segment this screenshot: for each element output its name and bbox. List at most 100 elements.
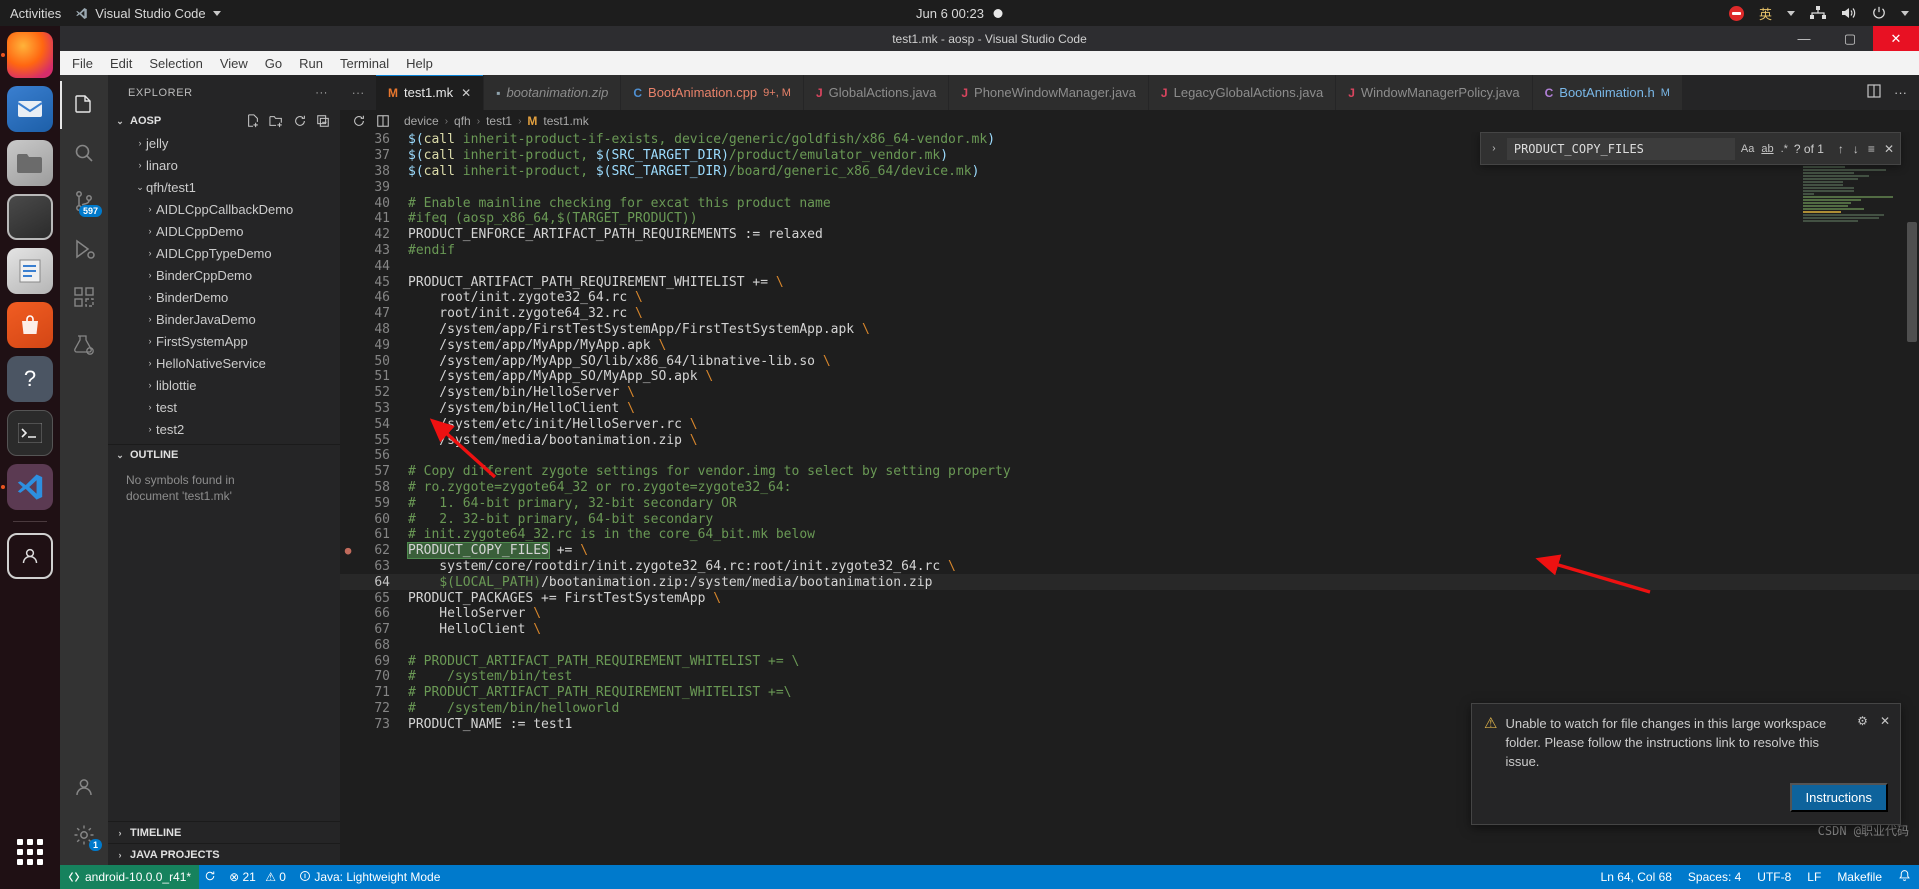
activity-extensions[interactable] bbox=[60, 273, 108, 321]
activities-button[interactable]: Activities bbox=[0, 6, 75, 21]
editor-scrollbar[interactable] bbox=[1905, 132, 1919, 865]
activity-source-control[interactable]: 597 bbox=[60, 177, 108, 225]
clock[interactable]: Jun 6 00:23 bbox=[916, 6, 1003, 21]
code-line[interactable]: 40 # Enable mainline checking for excat t… bbox=[340, 195, 1919, 211]
menu-view[interactable]: View bbox=[220, 56, 248, 71]
code-line[interactable]: 47 root/init.zygote64_32.rc \ bbox=[340, 306, 1919, 322]
match-case-option[interactable]: Aa bbox=[1741, 143, 1754, 155]
app-menu[interactable]: Visual Studio Code bbox=[75, 6, 221, 21]
code-line[interactable]: 58 # ro.zygote=zygote64_32 or ro.zygote=z… bbox=[340, 480, 1919, 496]
activity-explorer[interactable] bbox=[60, 81, 108, 129]
find-input[interactable]: PRODUCT_COPY_FILES bbox=[1506, 137, 1735, 160]
dock-item-software[interactable] bbox=[7, 302, 53, 348]
tree-item[interactable]: ›testjava bbox=[108, 440, 340, 444]
tree-item[interactable]: › HelloNativeService bbox=[108, 352, 340, 374]
tree-item[interactable]: › linaro bbox=[108, 154, 340, 176]
breadcrumb-part-test1[interactable]: test1 bbox=[486, 114, 512, 128]
editor-tab[interactable]: J LegacyGlobalActions.java bbox=[1148, 75, 1337, 110]
toggle-replace-icon[interactable]: › bbox=[1487, 143, 1501, 154]
code-line[interactable]: 66 HelloServer \ bbox=[340, 606, 1919, 622]
find-in-selection-button[interactable]: ≡ bbox=[1868, 142, 1875, 156]
menu-selection[interactable]: Selection bbox=[149, 56, 202, 71]
menu-run[interactable]: Run bbox=[299, 56, 323, 71]
menu-edit[interactable]: Edit bbox=[110, 56, 132, 71]
file-tree[interactable]: › jelly › linaro ⌄ qfh/test1 › AIDLCppCallbackD… bbox=[108, 132, 340, 444]
code-line[interactable]: 46 root/init.zygote32_64.rc \ bbox=[340, 290, 1919, 306]
code-line[interactable]: ● 62 PRODUCT_COPY_FILES += \ bbox=[340, 542, 1919, 560]
editor-tabs[interactable]: ··· Mtest1.mk ✕ ▪ bootanimation.zip C BootAnim… bbox=[340, 75, 1919, 110]
scrollbar-thumb[interactable] bbox=[1907, 222, 1917, 342]
breadcrumb-part-qfh[interactable]: qfh bbox=[454, 114, 471, 128]
activity-search[interactable] bbox=[60, 129, 108, 177]
code-line[interactable]: 63 system/core/rootdir/init.zygote32_64.… bbox=[340, 559, 1919, 575]
find-close-button[interactable]: ✕ bbox=[1884, 142, 1894, 156]
code-line[interactable]: 43 #endif bbox=[340, 243, 1919, 259]
tree-item[interactable]: › jelly bbox=[108, 132, 340, 154]
refresh-icon[interactable] bbox=[293, 114, 307, 128]
menu-terminal[interactable]: Terminal bbox=[340, 56, 389, 71]
tray-chevron-icon[interactable] bbox=[1901, 10, 1909, 16]
ime-chevron-icon[interactable] bbox=[1787, 10, 1795, 16]
new-folder-icon[interactable] bbox=[269, 114, 284, 128]
code-line[interactable]: 41 #ifeq (aosp_x86_64,$(TARGET_PRODUCT)) bbox=[340, 211, 1919, 227]
tree-item[interactable]: ⌄ qfh/test1 bbox=[108, 176, 340, 198]
editor-tab[interactable]: C BootAnimation.cpp 9+, M bbox=[621, 75, 804, 110]
menu-help[interactable]: Help bbox=[406, 56, 433, 71]
code-line[interactable]: 48 /system/app/FirstTestSystemApp/FirstT… bbox=[340, 322, 1919, 338]
dock-item-files[interactable] bbox=[7, 140, 53, 186]
tree-item[interactable]: › AIDLCppTypeDemo bbox=[108, 242, 340, 264]
tree-item[interactable]: › BinderJavaDemo bbox=[108, 308, 340, 330]
code-line[interactable]: 57 # Copy different zygote settings for v… bbox=[340, 464, 1919, 480]
dock-item-rhythmbox[interactable] bbox=[7, 194, 53, 240]
code-line[interactable]: 71 # PRODUCT_ARTIFACT_PATH_REQUIREMENT_WH… bbox=[340, 685, 1919, 701]
notification-settings-icon[interactable]: ⚙ bbox=[1857, 714, 1868, 728]
code-line[interactable]: 52 /system/bin/HelloServer \ bbox=[340, 385, 1919, 401]
dock-item-terminal[interactable] bbox=[7, 410, 53, 456]
indentation[interactable]: Spaces: 4 bbox=[1688, 870, 1741, 884]
code-line[interactable]: 54 /system/etc/init/HelloServer.rc \ bbox=[340, 416, 1919, 432]
code-line[interactable]: 68 bbox=[340, 638, 1919, 654]
cursor-position[interactable]: Ln 64, Col 68 bbox=[1601, 870, 1672, 884]
editor-tab[interactable]: C BootAnimation.h M bbox=[1532, 75, 1683, 110]
timeline-section-header[interactable]: › TIMELINE bbox=[108, 821, 340, 843]
editor-tab[interactable]: J PhoneWindowManager.java bbox=[949, 75, 1149, 110]
outline-section-header[interactable]: ⌄ OUTLINE bbox=[108, 443, 340, 466]
new-file-icon[interactable] bbox=[246, 114, 260, 128]
code-line[interactable]: 55 /system/media/bootanimation.zip \ bbox=[340, 432, 1919, 448]
tree-item[interactable]: › test bbox=[108, 396, 340, 418]
stop-recording-icon[interactable] bbox=[1728, 5, 1744, 21]
minimize-button[interactable]: — bbox=[1781, 26, 1827, 51]
ime-indicator[interactable]: 英 bbox=[1759, 4, 1772, 23]
code-line[interactable]: 70 # /system/bin/test bbox=[340, 669, 1919, 685]
code-line[interactable]: 51 /system/app/MyApp_SO/MyApp_SO.apk \ bbox=[340, 369, 1919, 385]
find-next-button[interactable]: ↓ bbox=[1853, 142, 1859, 156]
code-line[interactable]: 64 $(LOCAL_PATH)/bootanimation.zip:/syst… bbox=[340, 574, 1919, 591]
close-button[interactable]: ✕ bbox=[1873, 26, 1919, 51]
instructions-button[interactable]: Instructions bbox=[1789, 783, 1888, 812]
code-line[interactable]: 45 PRODUCT_ARTIFACT_PATH_REQUIREMENT_WHIT… bbox=[340, 274, 1919, 290]
activity-settings[interactable]: 1 bbox=[60, 811, 108, 859]
code-line[interactable]: 42 PRODUCT_ENFORCE_ARTIFACT_PATH_REQUIREM… bbox=[340, 227, 1919, 243]
code-line[interactable]: 67 HelloClient \ bbox=[340, 622, 1919, 638]
code-line[interactable]: 44 bbox=[340, 258, 1919, 274]
encoding[interactable]: UTF-8 bbox=[1757, 870, 1791, 884]
code-line[interactable]: 59 # 1. 64-bit primary, 32-bit secondary … bbox=[340, 495, 1919, 511]
code-line[interactable]: 65 PRODUCT_PACKAGES += FirstTestSystemApp… bbox=[340, 590, 1919, 606]
tabs-overflow-icon[interactable]: ··· bbox=[340, 75, 376, 110]
dock-item-thunderbird[interactable] bbox=[7, 86, 53, 132]
code-line[interactable]: 60 # 2. 32-bit primary, 64-bit secondary bbox=[340, 511, 1919, 527]
dock-item-libreoffice[interactable] bbox=[7, 248, 53, 294]
find-previous-button[interactable]: ↑ bbox=[1838, 142, 1844, 156]
menu-file[interactable]: File bbox=[72, 56, 93, 71]
dock-item-firefox[interactable] bbox=[1, 32, 53, 78]
whole-word-option[interactable]: ab bbox=[1761, 143, 1773, 155]
sync-status[interactable] bbox=[204, 870, 216, 884]
editor-more-actions-icon[interactable]: ··· bbox=[1894, 85, 1907, 100]
tree-item[interactable]: › AIDLCppDemo bbox=[108, 220, 340, 242]
editor-tab[interactable]: J GlobalActions.java bbox=[803, 75, 950, 110]
show-applications-button[interactable] bbox=[7, 829, 53, 875]
code-editor[interactable]: 36 $(call inherit-product-if-exists, devi… bbox=[340, 132, 1919, 865]
notification-toast[interactable]: ⚠ Unable to watch for file changes in th… bbox=[1471, 703, 1901, 825]
tree-item[interactable]: › AIDLCppCallbackDemo bbox=[108, 198, 340, 220]
run-icon[interactable] bbox=[352, 114, 366, 128]
